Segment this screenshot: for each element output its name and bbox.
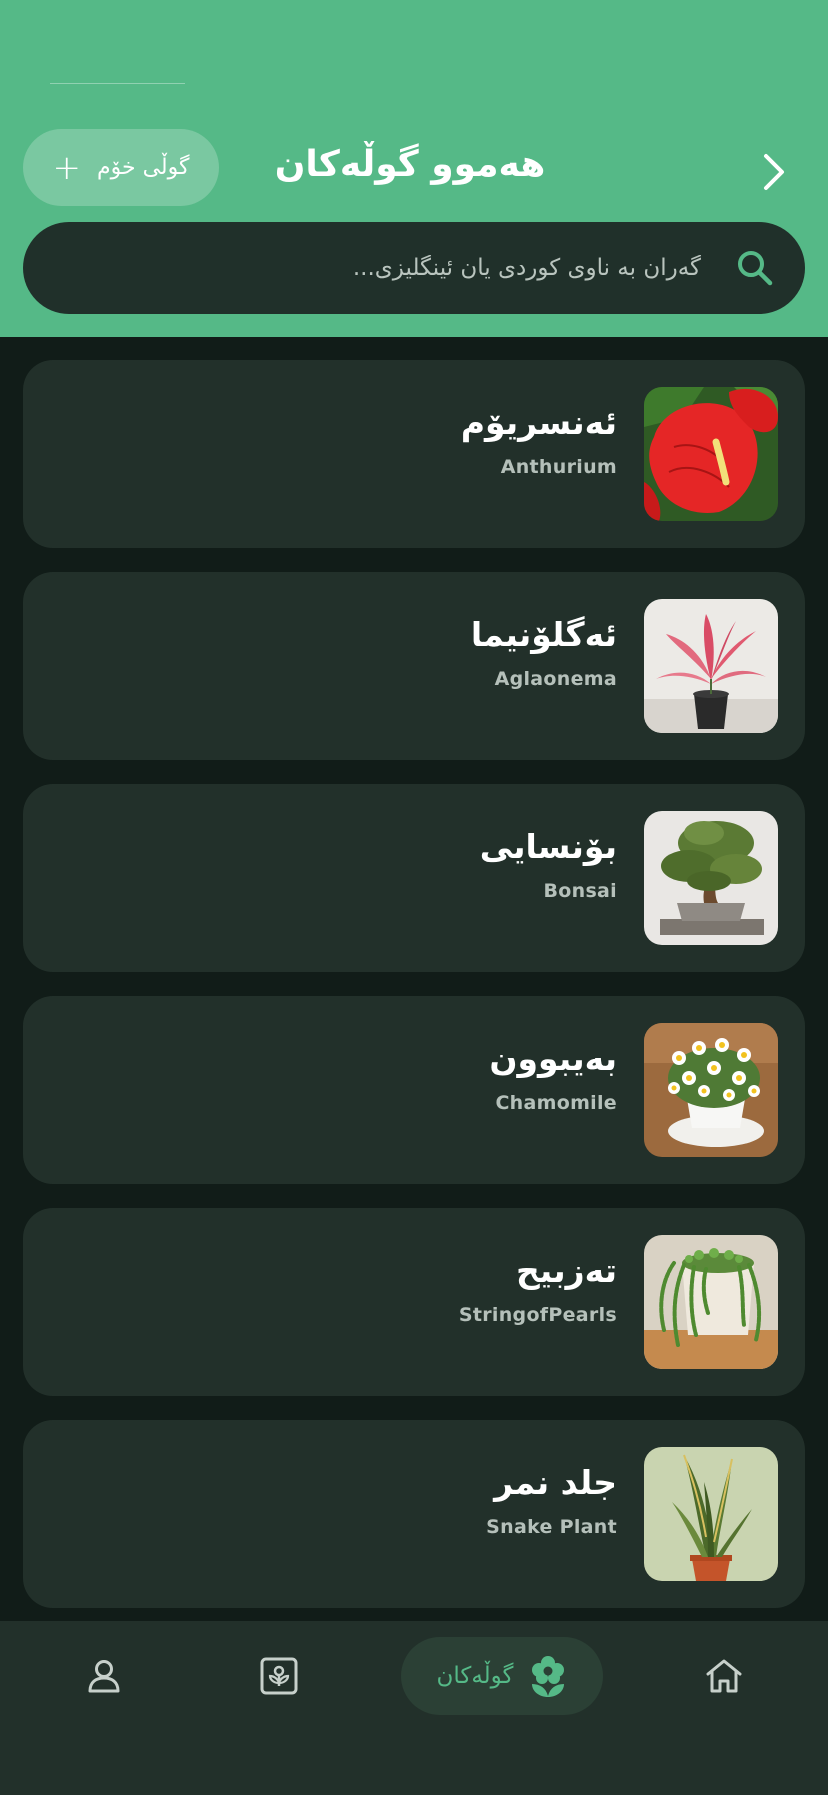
status-bar-line (50, 83, 185, 84)
nav-flowers[interactable]: گوڵەکان (401, 1637, 603, 1715)
plant-card[interactable]: بۆنسایی Bonsai (23, 784, 805, 972)
anthurium-photo (644, 387, 778, 521)
aglaonema-photo (644, 599, 778, 733)
home-icon (706, 1659, 742, 1693)
plant-name-kurdish: ئەگلۆنیما (470, 615, 617, 654)
plant-name-kurdish: تەزبیح (515, 1251, 617, 1290)
app-header: + گوڵی خۆم هەموو گوڵەکان (0, 0, 828, 337)
nav-home[interactable] (684, 1621, 764, 1731)
search-bar (23, 222, 805, 314)
plant-name-english: StringofPearls (458, 1304, 617, 1326)
snake-plant-photo (644, 1447, 778, 1581)
bottom-navigation: گوڵەکان (0, 1621, 828, 1795)
plus-icon: + (52, 147, 82, 188)
plant-name-english: Snake Plant (486, 1516, 617, 1538)
plant-card[interactable]: تەزبیح StringofPearls (23, 1208, 805, 1396)
plant-card[interactable]: ئەگلۆنیما Aglaonema (23, 572, 805, 760)
search-input[interactable] (63, 254, 733, 282)
plant-name-english: Bonsai (543, 880, 617, 902)
plant-names: تەزبیح StringofPearls (459, 1248, 617, 1326)
plant-names: بەیبوون Chamomile (489, 1036, 617, 1114)
plant-card[interactable]: ئەنسریۆم Anthurium (23, 360, 805, 548)
plant-card[interactable]: جلد نمر Snake Plant (23, 1420, 805, 1608)
flower-icon (531, 1656, 564, 1697)
plant-name-english: Anthurium (500, 456, 617, 478)
plant-box-icon (260, 1657, 298, 1695)
plant-name-kurdish: بۆنسایی (479, 827, 617, 866)
user-icon (88, 1660, 120, 1693)
search-icon[interactable] (733, 246, 777, 290)
add-my-flower-button[interactable]: + گوڵی خۆم (23, 129, 219, 206)
plant-name-kurdish: ئەنسریۆم (460, 403, 617, 442)
bonsai-photo (644, 811, 778, 945)
page-title: هەموو گوڵەکان (274, 144, 546, 185)
nav-profile[interactable] (64, 1621, 144, 1731)
plant-name-kurdish: بەیبوون (489, 1039, 617, 1078)
plant-card[interactable]: بەیبوون Chamomile (23, 996, 805, 1184)
chevron-right-icon (764, 154, 784, 190)
plant-names: جلد نمر Snake Plant (486, 1460, 617, 1538)
nav-flowers-label: گوڵەکان (436, 1663, 514, 1689)
string-of-pearls-photo (644, 1235, 778, 1369)
plant-name-english: Chamomile (495, 1092, 617, 1114)
plant-names: ئەگلۆنیما Aglaonema (471, 612, 617, 690)
plant-name-english: Aglaonema (494, 668, 617, 690)
add-my-flower-label: گوڵی خۆم (97, 155, 190, 180)
plant-names: ئەنسریۆم Anthurium (461, 400, 617, 478)
nav-plant-care[interactable] (239, 1621, 319, 1731)
plant-name-kurdish: جلد نمر (494, 1463, 617, 1502)
back-button[interactable] (742, 140, 806, 204)
chamomile-photo (644, 1023, 778, 1157)
plant-names: بۆنسایی Bonsai (480, 824, 617, 902)
